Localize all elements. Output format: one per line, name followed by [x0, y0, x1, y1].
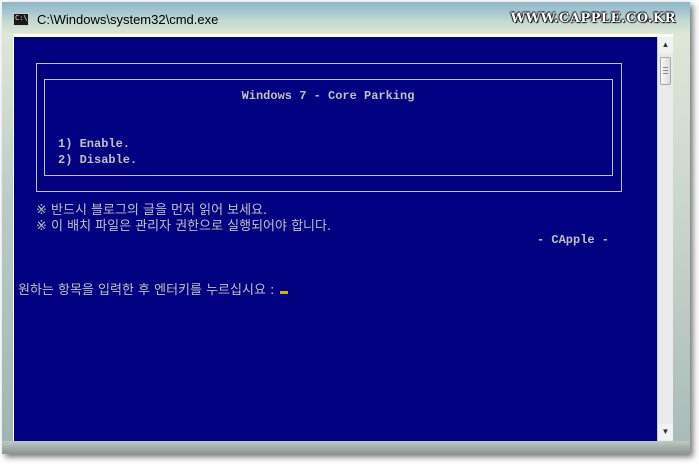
menu-header: Windows 7 - Core Parking — [241, 89, 415, 103]
author-signature: - CApple - — [537, 233, 610, 247]
window-title: C:\Windows\system32\cmd.exe — [37, 12, 219, 27]
scroll-down-button[interactable]: ▼ — [658, 424, 673, 440]
watermark: WWW.CAPPLE.CO.KR — [510, 11, 676, 26]
console-area[interactable]: Windows 7 - Core Parking 1) Enable. 2) D… — [14, 37, 657, 441]
scroll-up-button[interactable]: ▲ — [658, 37, 673, 53]
prompt-text: 원하는 항목을 입력한 후 엔터키를 누르십시요 : — [18, 283, 275, 298]
notice-admin-rights: ※ 이 배치 파일은 관리자 권한으로 실행되어야 합니다. — [36, 219, 332, 234]
window-frame-right — [673, 34, 690, 454]
text-cursor — [280, 291, 289, 294]
title-bar[interactable]: C:\ C:\Windows\system32\cmd.exe WWW.CAPP… — [2, 2, 690, 34]
window-frame-bottom — [2, 441, 690, 454]
option-disable: 2) Disable. — [58, 153, 138, 167]
cmd-icon[interactable]: C:\ — [13, 13, 29, 26]
scroll-thumb[interactable] — [660, 57, 671, 85]
vertical-scrollbar[interactable]: ▲ ▼ — [657, 37, 673, 441]
window-frame-left — [2, 34, 13, 454]
input-prompt[interactable]: 원하는 항목을 입력한 후 엔터키를 누르십시요 : — [18, 279, 289, 298]
console-window: C:\ C:\Windows\system32\cmd.exe WWW.CAPP… — [2, 2, 690, 454]
option-enable: 1) Enable. — [58, 137, 131, 151]
